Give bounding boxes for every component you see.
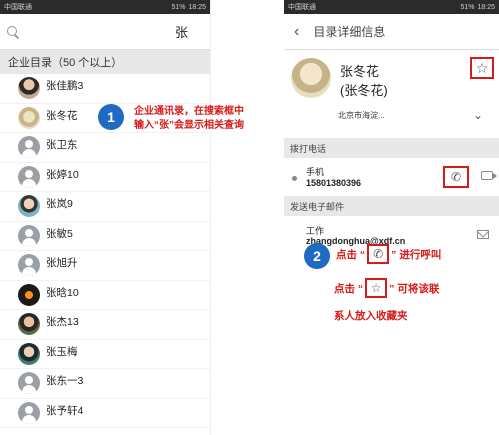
default-avatar-icon — [18, 254, 40, 276]
default-avatar-icon — [18, 372, 40, 394]
callout-2-line-1: 点击 “ ✆ ” 进行呼叫 — [336, 244, 441, 264]
callout-2-line-1-pre: 点击 “ — [336, 248, 366, 261]
list-item[interactable]: 张佳鹏3 — [0, 74, 210, 104]
detail-nav-bar: ‹ 目录详细信息 — [284, 14, 499, 50]
avatar — [18, 342, 40, 365]
battery-label-right: 51% — [460, 3, 475, 11]
battery-label: 51% — [171, 3, 186, 11]
star-icon: ☆ — [365, 278, 388, 298]
avatar — [18, 195, 40, 217]
dial-section-header: 拨打电话 — [284, 138, 499, 158]
carrier-label: 中国联通 — [4, 4, 32, 11]
contact-alias: (张冬花) — [340, 83, 388, 98]
avatar — [291, 58, 331, 98]
list-item[interactable]: 张杰13 — [0, 310, 210, 340]
list-item[interactable]: 张晗10 — [0, 281, 210, 310]
detail-screen: 中国联通 51% 18:25 ‹ 目录详细信息 张冬花 (张冬花) 北京市海淀.… — [284, 0, 499, 435]
list-item[interactable]: 张卫东 — [0, 133, 210, 163]
list-item[interactable]: 张婷10 — [0, 163, 210, 192]
contact-name: 张玉梅 — [46, 345, 78, 358]
search-screen: 中国联通 51% 18:25 ✕ ← 企业目录（50 个以上） 张佳鹏3 张冬花张… — [0, 0, 211, 435]
callout-2-line-1-post: ” 进行呼叫 — [391, 248, 442, 261]
list-item[interactable]: 张予轩4 — [0, 399, 210, 428]
clock-label-right: 18:25 — [477, 3, 495, 11]
list-item[interactable]: 张东一3 — [0, 369, 210, 399]
call-button[interactable]: ✆ — [443, 166, 469, 188]
search-bar: ✕ ← — [0, 14, 210, 50]
list-item[interactable]: 张玉梅 — [0, 340, 210, 369]
contact-name: 张旭升 — [46, 257, 78, 269]
favorite-star-button[interactable]: ☆ — [470, 57, 494, 79]
step-1-badge: 1 — [98, 104, 124, 130]
callout-2-line-2-post: ” 可将该联 — [389, 282, 440, 295]
mail-icon[interactable] — [477, 230, 489, 239]
contact-name: 张冬花 — [340, 64, 380, 79]
default-avatar-icon — [18, 136, 40, 158]
chevron-down-icon[interactable]: ⌄ — [473, 108, 483, 122]
avatar — [18, 283, 40, 306]
video-call-icon[interactable] — [481, 171, 497, 180]
step-2-badge: 2 — [304, 243, 330, 269]
contact-name: 张婷10 — [46, 168, 79, 181]
avatar — [18, 313, 40, 335]
default-avatar-icon — [18, 401, 40, 424]
avatar — [18, 106, 40, 129]
phone-row: 手机 15801380396 ✆ — [284, 158, 499, 196]
contact-name: 张岚9 — [46, 198, 73, 210]
clock-label: 18:25 — [188, 3, 206, 11]
contact-name: 张晗10 — [46, 286, 79, 299]
list-item[interactable]: 张旭升 — [0, 251, 210, 281]
contact-name: 张佳鹏3 — [46, 80, 84, 92]
default-avatar-icon — [18, 165, 40, 188]
phone-number: 15801380396 — [306, 178, 362, 188]
back-chevron-icon[interactable]: ‹ — [294, 23, 299, 41]
phone-label: 手机 — [306, 167, 325, 177]
status-bar-right: 中国联通 51% 18:25 — [284, 0, 499, 14]
contact-name: 张东一3 — [46, 375, 84, 387]
callout-2-line-3: 系人放入收藏夹 — [334, 310, 408, 322]
list-item[interactable]: 张岚9 — [0, 192, 210, 222]
page-title: 目录详细信息 — [313, 25, 386, 39]
avatar — [18, 77, 40, 99]
contact-name: 张敏5 — [46, 227, 73, 240]
callout-1-text: 企业通讯录，在搜索框中输入“张”会显示相关查询 — [134, 106, 244, 131]
directory-section-header: 企业目录（50 个以上） — [0, 50, 210, 74]
contact-name: 张杰13 — [46, 316, 79, 328]
contact-name: 张卫东 — [46, 139, 78, 151]
search-input[interactable] — [12, 24, 210, 39]
callout-2-line-2-pre: 点击 “ — [334, 282, 364, 295]
callout-2-line-2: 点击 “ ☆ ” 可将该联 — [334, 278, 439, 298]
contact-name: 张予轩4 — [46, 404, 84, 417]
email-section-header: 发送电子邮件 — [284, 196, 499, 216]
list-item[interactable]: 张敏5 — [0, 222, 210, 251]
profile-card: 张冬花 (张冬花) 北京市海淀... ⌄ ☆ — [284, 50, 499, 138]
phone-icon: ✆ — [367, 244, 390, 264]
bullet-icon — [292, 176, 297, 181]
contact-address: 北京市海淀... — [338, 111, 385, 120]
carrier-label-right: 中国联通 — [288, 4, 316, 11]
default-avatar-icon — [18, 224, 40, 247]
contact-name: 张冬花 — [46, 109, 78, 122]
status-bar: 中国联通 51% 18:25 — [0, 0, 210, 14]
